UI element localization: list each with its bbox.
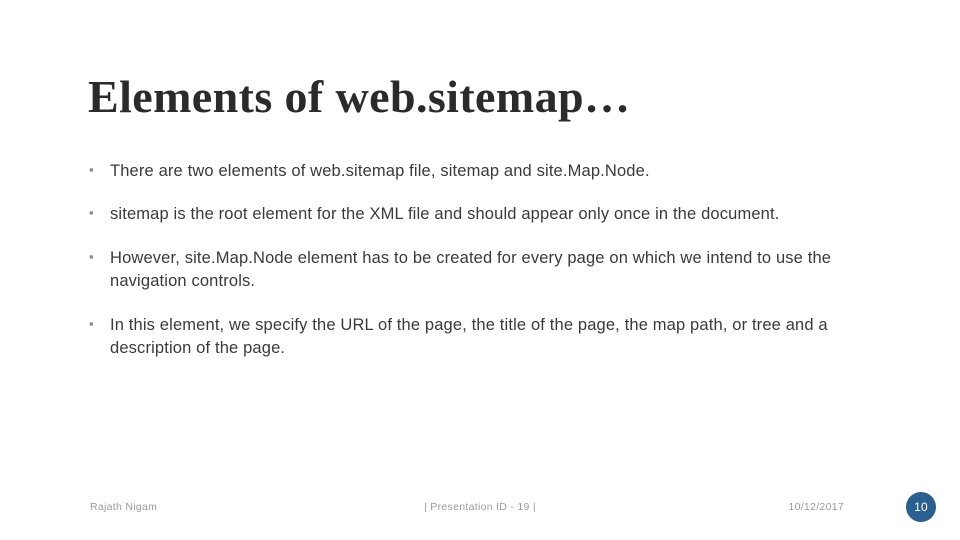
slide: Elements of web.sitemap… There are two e… [0,0,960,540]
list-item: There are two elements of web.sitemap fi… [88,160,848,183]
footer-date: 10/12/2017 [788,501,844,513]
list-item: In this element, we specify the URL of t… [88,314,848,361]
page-title: Elements of web.sitemap… [88,71,631,122]
list-item: sitemap is the root element for the XML … [88,203,848,226]
list-item: However, site.Map.Node element has to be… [88,247,848,294]
bullet-list: There are two elements of web.sitemap fi… [88,160,848,381]
slide-number-badge: 10 [906,492,936,522]
slide-footer: Rajath Nigam | Presentation ID - 19 | 10… [0,484,960,540]
